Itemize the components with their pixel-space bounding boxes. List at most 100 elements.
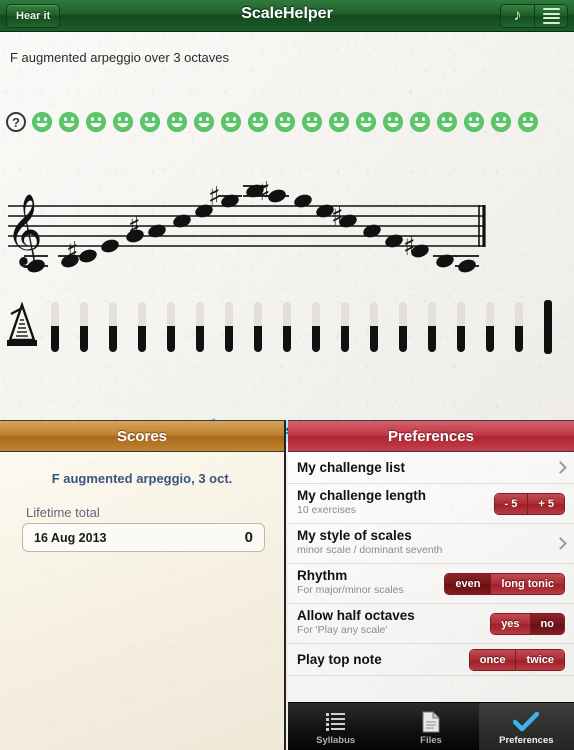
score-date: 16 Aug 2013 (34, 530, 107, 545)
score-row[interactable]: 16 Aug 2013 0 (22, 523, 265, 552)
pref-text-group: Allow half octaves For 'Play any scale' (297, 607, 415, 637)
beat-indicator (330, 300, 359, 354)
smiley-icon (409, 111, 431, 133)
pref-row-play-top-note[interactable]: Play top note once twice (288, 644, 574, 676)
beat-indicator (185, 300, 214, 354)
pref-title: My style of scales (297, 528, 412, 543)
svg-text:♯: ♯ (128, 212, 141, 242)
tab-preferences[interactable]: Preferences (478, 703, 574, 750)
tab-label: Preferences (499, 734, 554, 746)
tab-syllabus[interactable]: Syllabus (288, 703, 383, 750)
lifetime-total-label: Lifetime total (26, 505, 100, 520)
pref-row-allow-half-octaves[interactable]: Allow half octaves For 'Play any scale' ye… (288, 604, 574, 644)
scores-section-header: Scores (0, 420, 286, 452)
music-staff: 𝄞 ♯ ♯ ♯ ♯ ♯ ♯ (0, 162, 574, 287)
svg-text:♯: ♯ (403, 232, 416, 262)
pref-row-rhythm[interactable]: Rhythm For major/minor scales even long ton… (288, 564, 574, 604)
chevron-right-icon[interactable] (556, 538, 563, 550)
exercise-panel: F augmented arpeggio over 3 octaves ? 𝄞 … (0, 32, 574, 444)
smiley-icon (463, 111, 485, 133)
svg-text:♯: ♯ (66, 237, 79, 267)
navigation-bar: Hear it ScaleHelper ♪ (0, 0, 574, 32)
beat-list (40, 300, 562, 354)
beat-indicator (40, 300, 69, 354)
pref-title: My challenge list (297, 460, 406, 475)
score-value: 0 (244, 529, 253, 546)
page-title: ScaleHelper (241, 5, 333, 22)
scores-subtitle: F augmented arpeggio, 3 oct. (51, 471, 233, 486)
pref-subtitle: 10 exercises (297, 504, 356, 516)
smiley-icon (220, 111, 242, 133)
pref-subtitle: minor scale / dominant seventh (297, 544, 443, 556)
beat-indicator (243, 300, 272, 354)
segmented-control[interactable]: once twice (468, 648, 565, 671)
pref-row-my-challenge-list[interactable]: My challenge list (288, 452, 574, 484)
smiley-icon (382, 111, 404, 133)
pref-text-group: Play top note (297, 651, 382, 668)
beat-indicator (388, 300, 417, 354)
segment-option[interactable]: even (445, 573, 491, 594)
beat-indicator (359, 300, 388, 354)
segment-option[interactable]: once (469, 649, 516, 670)
beat-indicator (127, 300, 156, 354)
tab-icon (422, 711, 440, 733)
hamburger-menu-icon[interactable] (534, 5, 567, 27)
smiley-icon (193, 111, 215, 133)
segment-option[interactable]: + 5 (527, 493, 564, 514)
segment-option[interactable]: no (529, 613, 564, 634)
pref-title: Play top note (297, 652, 382, 667)
exercise-title: F augmented arpeggio over 3 octaves (10, 50, 229, 65)
chevron-right-icon[interactable] (556, 462, 563, 474)
scores-pane: F augmented arpeggio, 3 oct. (0, 452, 286, 750)
pref-title: Allow half octaves (297, 608, 415, 623)
smiley-icon (139, 111, 161, 133)
segment-option[interactable]: twice (515, 649, 564, 670)
smiley-icon (166, 111, 188, 133)
pref-title: My challenge length (297, 488, 427, 503)
smiley-icon (301, 111, 323, 133)
beat-indicator (69, 300, 98, 354)
list-icon (326, 711, 346, 733)
pref-row-my-challenge-length[interactable]: My challenge length 10 exercises - 5 + 5 (288, 484, 574, 524)
pref-text-group: My style of scales minor scale / dominant… (297, 527, 442, 557)
beat-indicator (272, 300, 301, 354)
tab-icon (326, 711, 346, 733)
beat-indicator (533, 300, 562, 354)
beat-indicator (446, 300, 475, 354)
smiley-icon (436, 111, 458, 133)
svg-text:♯: ♯ (208, 182, 221, 212)
help-button[interactable]: ? (6, 112, 26, 132)
beat-indicator (475, 300, 504, 354)
beat-indicator (98, 300, 127, 354)
pref-row-my-style-of-scales[interactable]: My style of scales minor scale / dominant… (288, 524, 574, 564)
segmented-control[interactable]: - 5 + 5 (493, 492, 565, 515)
music-note-icon[interactable]: ♪ (501, 5, 534, 27)
nav-segmented-control[interactable]: ♪ (500, 4, 568, 28)
segment-option[interactable]: - 5 (494, 493, 528, 514)
smiley-icon (31, 111, 53, 133)
tab-files[interactable]: Files (383, 703, 478, 750)
segmented-control[interactable]: even long tonic (444, 572, 565, 595)
beat-indicator-row (0, 294, 574, 356)
smiley-icon (274, 111, 296, 133)
segment-option[interactable]: long tonic (490, 573, 564, 594)
smiley-icon (247, 111, 269, 133)
beat-indicator (417, 300, 446, 354)
app-root: Hear it ScaleHelper ♪ F augmented arpegg… (0, 0, 574, 750)
smiley-icon (355, 111, 377, 133)
smiley-icon (490, 111, 512, 133)
preferences-section-header: Preferences (288, 420, 574, 452)
segment-option[interactable]: yes (491, 613, 530, 634)
pref-subtitle: For 'Play any scale' (297, 624, 388, 636)
pref-text-group: Rhythm For major/minor scales (297, 567, 404, 597)
document-icon (422, 711, 440, 732)
svg-text:♯: ♯ (331, 202, 344, 232)
smiley-icon (328, 111, 350, 133)
beat-indicator (214, 300, 243, 354)
tab-icon (513, 711, 540, 733)
pref-subtitle: For major/minor scales (297, 584, 404, 596)
svg-text:♯: ♯ (258, 177, 271, 207)
smiley-icon (58, 111, 80, 133)
metronome-icon (4, 301, 40, 353)
segmented-control[interactable]: yes no (490, 612, 565, 635)
